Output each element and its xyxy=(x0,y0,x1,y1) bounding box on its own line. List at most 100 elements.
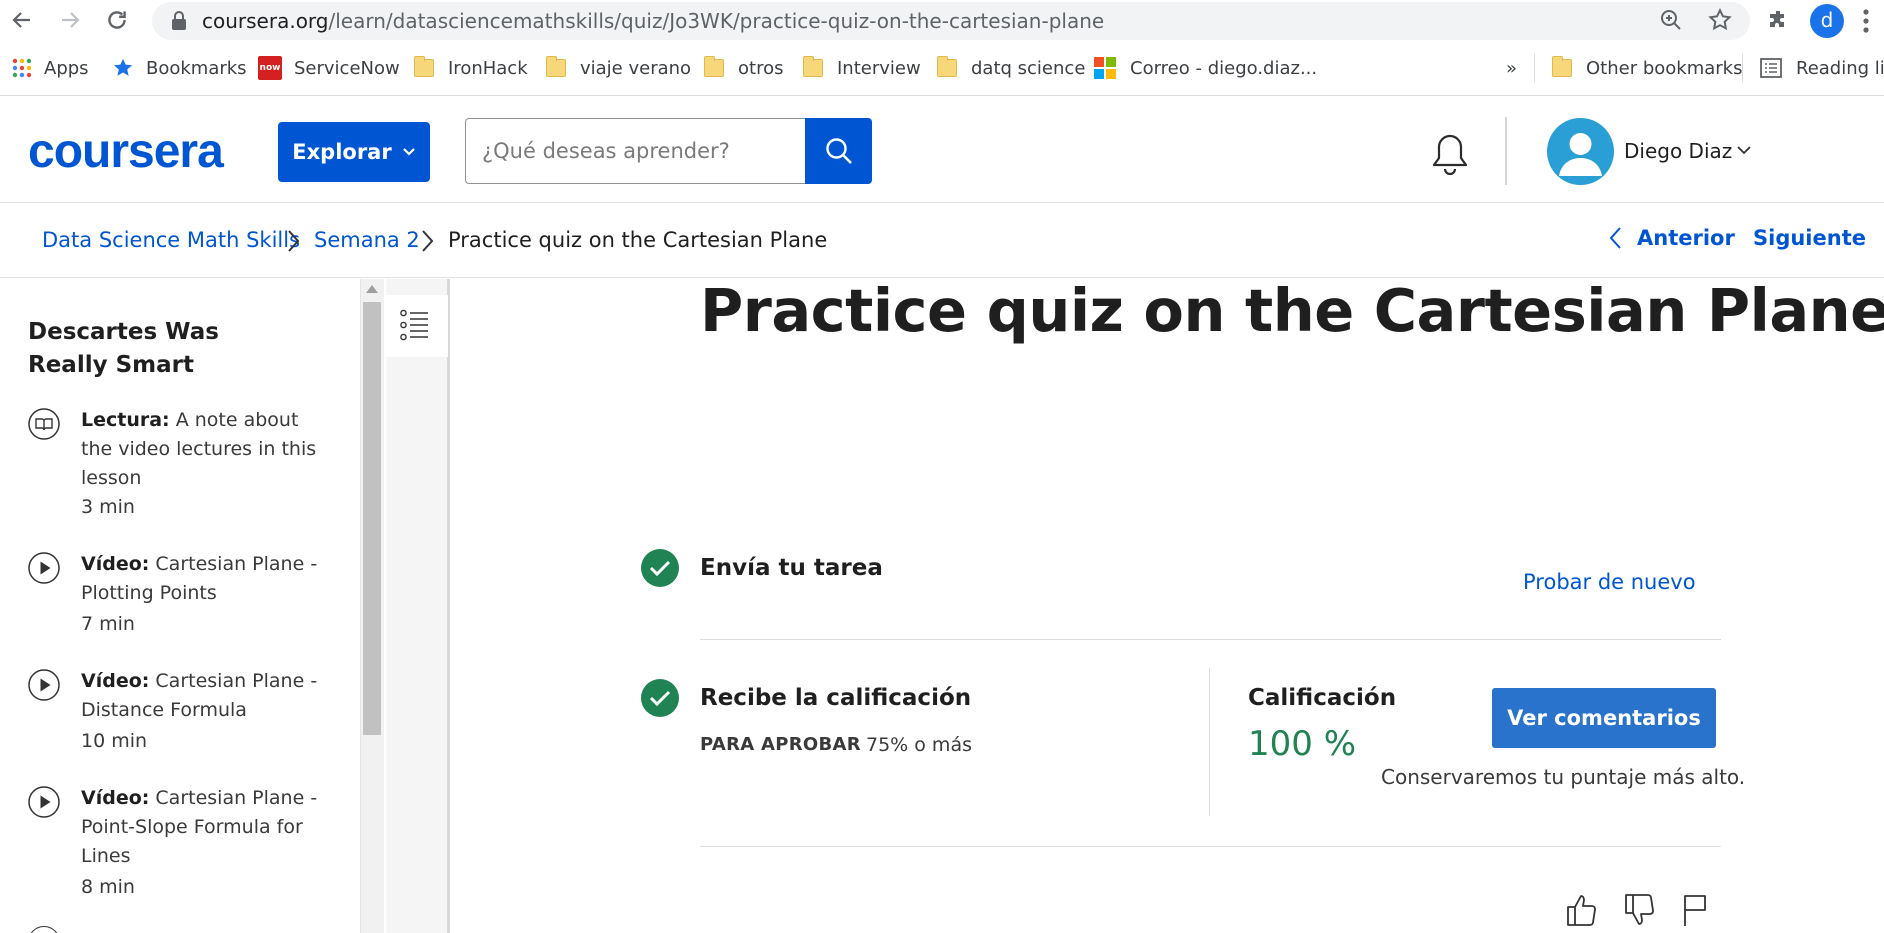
bookmark-other-bookmarks[interactable]: Other bookmarks xyxy=(1552,54,1742,82)
sidebar-item-text: Vídeo: Cartesian Plane - Plotting Points xyxy=(81,550,321,608)
bookmark-star-icon[interactable] xyxy=(1707,7,1733,33)
extensions-icon[interactable] xyxy=(1766,8,1790,32)
bookmark-interview[interactable]: Interview xyxy=(803,54,921,82)
url-text[interactable]: coursera.org/learn/datasciencemathskills… xyxy=(202,9,1104,33)
bookmark-correo[interactable]: Correo - diego.diaz... xyxy=(1094,54,1317,82)
bookmark-ironhack[interactable]: IronHack xyxy=(414,54,528,82)
folder-icon xyxy=(704,56,724,77)
url-path: /learn/datasciencemathskills/quiz/Jo3WK/… xyxy=(328,9,1105,33)
notifications-bell-icon[interactable] xyxy=(1430,132,1470,176)
play-circle-icon xyxy=(28,786,60,818)
grade-value: 100 % xyxy=(1248,724,1357,764)
star-icon xyxy=(112,57,134,79)
play-circle-icon xyxy=(28,552,60,584)
bookmark-viaje-verano[interactable]: viaje verano xyxy=(546,54,691,82)
folder-icon xyxy=(1552,56,1572,77)
user-menu-chevron-icon[interactable] xyxy=(1736,144,1752,156)
explore-label: Explorar xyxy=(292,140,392,164)
bookmark-label: viaje verano xyxy=(580,57,692,79)
back-icon[interactable] xyxy=(10,8,34,32)
sidebar-item-text: Vídeo: Cartesian Plane - Point-Slope For… xyxy=(81,784,321,871)
bookmark-label: otros xyxy=(738,57,784,79)
url-host: coursera.org xyxy=(202,9,329,33)
chevron-left-icon xyxy=(1609,226,1623,250)
play-circle-icon xyxy=(28,669,60,701)
user-name[interactable]: Diego Diaz xyxy=(1624,139,1732,163)
bookmark-label: datq science xyxy=(971,57,1086,79)
pass-requirement-label: PARA APROBAR xyxy=(700,734,861,755)
lesson-title: Descartes Was Really Smart xyxy=(28,319,219,378)
list-icon xyxy=(400,309,430,341)
bookmarks-divider xyxy=(1534,54,1535,82)
forward-icon[interactable] xyxy=(58,8,82,32)
search-input[interactable] xyxy=(465,118,805,184)
bookmark-label: ServiceNow xyxy=(294,57,400,79)
chevron-down-icon xyxy=(402,147,416,157)
submit-step-title: Envía tu tarea xyxy=(700,555,883,581)
bookmarks-overflow-button[interactable]: » xyxy=(1506,54,1517,82)
thumbs-down-icon[interactable] xyxy=(1624,893,1656,927)
bookmark-otros[interactable]: otros xyxy=(704,54,783,82)
page-title: Practice quiz on the Cartesian Plane xyxy=(700,276,1884,345)
reading-list-button[interactable]: Reading list xyxy=(1760,54,1884,82)
divider xyxy=(700,639,1721,640)
item-duration: 3 min xyxy=(81,496,135,518)
feedback-actions xyxy=(1566,893,1708,927)
previous-button[interactable]: Anterior xyxy=(1609,226,1735,250)
retry-link[interactable]: Probar de nuevo xyxy=(1523,570,1696,594)
breadcrumb-course[interactable]: Data Science Math Skills xyxy=(42,228,300,252)
sidebar-item-text: Lectura: A note about the video lectures… xyxy=(81,406,321,493)
pass-requirement-value: 75% o más xyxy=(866,734,972,756)
check-circle-icon xyxy=(641,549,679,587)
microsoft-icon xyxy=(1094,57,1116,79)
item-type: Vídeo: xyxy=(81,670,150,692)
folder-icon xyxy=(803,56,823,77)
menu-dots-icon[interactable] xyxy=(1862,8,1870,34)
folder-icon xyxy=(937,56,957,77)
item-type: Lectura: xyxy=(81,409,170,431)
bookmark-servicenow[interactable]: now ServiceNow xyxy=(258,54,400,82)
apps-grid-icon xyxy=(12,58,32,78)
breadcrumb-current: Practice quiz on the Cartesian Plane xyxy=(448,228,828,252)
lock-icon[interactable] xyxy=(171,11,187,31)
sidebar-item-text: Vídeo: Cartesian Plane - Distance Formul… xyxy=(81,667,321,725)
item-duration: 8 min xyxy=(81,876,135,898)
user-avatar[interactable] xyxy=(1547,118,1614,185)
next-button[interactable]: Siguiente xyxy=(1753,226,1884,250)
folder-icon xyxy=(414,56,434,77)
next-label: Siguiente xyxy=(1753,226,1866,250)
flag-icon[interactable] xyxy=(1682,893,1708,927)
reload-icon[interactable] xyxy=(104,7,130,33)
vertical-divider xyxy=(1209,668,1210,816)
book-icon xyxy=(28,408,60,440)
header-divider xyxy=(1505,117,1507,185)
search-icon xyxy=(824,136,854,166)
check-circle-icon xyxy=(641,679,679,717)
thumbs-up-icon[interactable] xyxy=(1566,893,1598,927)
breadcrumb-week[interactable]: Semana 2 xyxy=(314,228,420,252)
bookmark-datq-science[interactable]: datq science xyxy=(937,54,1085,82)
item-duration: 10 min xyxy=(81,730,148,752)
search-button[interactable] xyxy=(805,118,872,184)
reading-list-icon xyxy=(1760,58,1782,78)
bookmark-bookmarks[interactable]: Bookmarks xyxy=(112,54,247,82)
bookmarks-divider xyxy=(1742,54,1743,82)
view-feedback-button[interactable]: Ver comentarios xyxy=(1492,688,1716,748)
item-duration: 7 min xyxy=(81,613,135,635)
divider xyxy=(700,846,1721,847)
zoom-icon[interactable] xyxy=(1659,8,1683,32)
highest-score-note: Conservaremos tu puntaje más alto. xyxy=(1381,765,1746,789)
reading-list-label: Reading list xyxy=(1796,57,1884,79)
toc-toggle-button[interactable] xyxy=(386,295,448,357)
bookmark-label: IronHack xyxy=(448,57,528,79)
bookmark-label: Correo - diego.diaz... xyxy=(1130,57,1318,79)
profile-avatar[interactable]: d xyxy=(1810,4,1844,38)
bookmark-label: Bookmarks xyxy=(146,57,247,79)
item-type: Vídeo: xyxy=(81,553,150,575)
scroll-up-arrow-icon[interactable] xyxy=(366,285,378,293)
bookmark-label: Interview xyxy=(837,57,921,79)
coursera-logo[interactable]: coursera xyxy=(28,124,224,179)
explore-button[interactable]: Explorar xyxy=(278,122,430,182)
sidebar-scrollbar-thumb[interactable] xyxy=(363,302,381,735)
bookmark-apps[interactable]: Apps xyxy=(12,54,89,82)
